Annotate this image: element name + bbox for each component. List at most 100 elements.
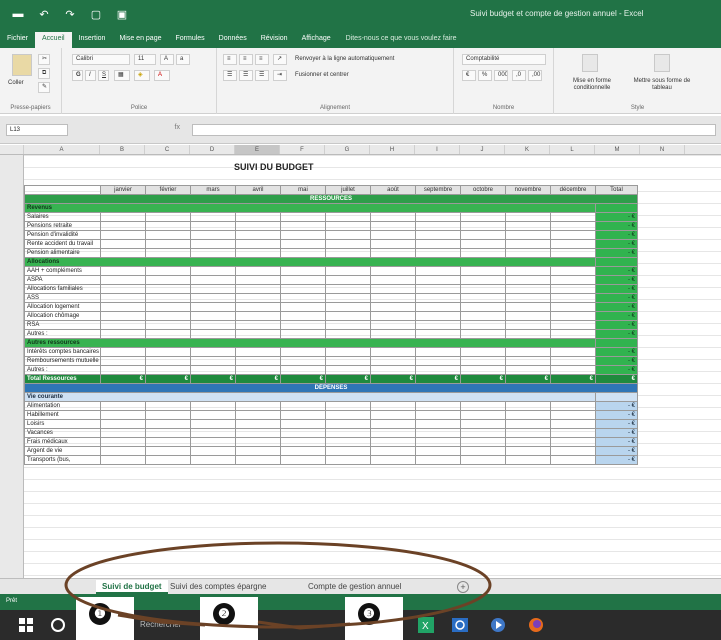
month-cell[interactable] <box>550 437 596 447</box>
month-cell[interactable] <box>235 230 281 240</box>
taskbar-search-text[interactable]: Rechercher <box>140 620 181 629</box>
month-cell[interactable] <box>190 329 236 339</box>
month-cell[interactable] <box>145 410 191 420</box>
category-label[interactable]: Revenus <box>24 203 596 213</box>
month-cell[interactable] <box>100 329 146 339</box>
copy-icon[interactable]: ⧉ <box>38 68 50 79</box>
row-label[interactable]: Autres : <box>24 329 101 339</box>
month-cell[interactable] <box>145 212 191 222</box>
month-cell[interactable] <box>505 347 551 357</box>
row-label[interactable]: Salaires <box>24 212 101 222</box>
month-cell[interactable] <box>280 266 326 276</box>
month-cell[interactable] <box>145 437 191 447</box>
month-cell[interactable] <box>460 356 506 366</box>
format-as-table-icon[interactable] <box>654 54 670 72</box>
total-value-cell[interactable]: € <box>235 374 281 384</box>
total-cell[interactable]: - € <box>595 455 638 465</box>
category-label[interactable]: Autres ressources <box>24 338 596 348</box>
month-cell[interactable] <box>325 347 371 357</box>
month-cell[interactable] <box>235 266 281 276</box>
month-cell[interactable] <box>235 302 281 312</box>
month-cell[interactable] <box>280 356 326 366</box>
month-cell[interactable] <box>550 284 596 294</box>
align-top-icon[interactable]: ≡ <box>223 54 237 65</box>
month-cell[interactable] <box>100 437 146 447</box>
month-cell[interactable] <box>280 410 326 420</box>
month-cell[interactable] <box>370 365 416 375</box>
month-cell[interactable] <box>415 401 461 411</box>
font-size-select[interactable]: 11 <box>134 54 156 65</box>
month-cell[interactable] <box>280 239 326 249</box>
month-cell[interactable] <box>550 455 596 465</box>
month-cell[interactable] <box>550 311 596 321</box>
column-header-l[interactable]: L <box>550 145 595 154</box>
month-cell[interactable] <box>460 401 506 411</box>
column-header-k[interactable]: K <box>505 145 550 154</box>
month-cell[interactable] <box>325 302 371 312</box>
month-cell[interactable] <box>415 248 461 258</box>
month-cell[interactable] <box>415 293 461 303</box>
total-value-cell[interactable]: € <box>100 374 146 384</box>
month-cell[interactable] <box>100 320 146 330</box>
month-cell[interactable] <box>145 275 191 285</box>
month-cell[interactable] <box>145 347 191 357</box>
row-label[interactable]: Transports (bus, <box>24 455 101 465</box>
month-cell[interactable] <box>370 239 416 249</box>
month-header[interactable]: octobre <box>460 185 506 195</box>
month-cell[interactable] <box>325 293 371 303</box>
row-label[interactable]: RSA <box>24 320 101 330</box>
month-cell[interactable] <box>145 419 191 429</box>
column-header-b[interactable]: B <box>100 145 145 154</box>
total-value-cell[interactable]: € <box>550 374 596 384</box>
month-cell[interactable] <box>325 248 371 258</box>
month-cell[interactable] <box>550 275 596 285</box>
month-cell[interactable] <box>550 221 596 231</box>
month-cell[interactable] <box>190 284 236 294</box>
month-cell[interactable] <box>280 401 326 411</box>
total-cell[interactable]: - € <box>595 248 638 258</box>
month-cell[interactable] <box>145 428 191 438</box>
tab-insertion[interactable]: Insertion <box>72 32 113 48</box>
media-taskbar-icon[interactable] <box>490 617 506 633</box>
sheet-tab-suivi-de-budget[interactable]: Suivi de budget <box>96 580 168 594</box>
month-cell[interactable] <box>325 266 371 276</box>
month-cell[interactable] <box>325 455 371 465</box>
month-cell[interactable] <box>235 356 281 366</box>
month-cell[interactable] <box>370 302 416 312</box>
month-cell[interactable] <box>415 284 461 294</box>
column-header-f[interactable]: F <box>280 145 325 154</box>
excel-taskbar-icon[interactable]: X <box>418 617 434 633</box>
month-cell[interactable] <box>145 248 191 258</box>
month-cell[interactable] <box>145 401 191 411</box>
total-cell[interactable]: - € <box>595 284 638 294</box>
resources-banner[interactable]: RESSOURCES <box>24 194 638 204</box>
month-cell[interactable] <box>505 401 551 411</box>
month-cell[interactable] <box>100 311 146 321</box>
month-cell[interactable] <box>235 221 281 231</box>
month-cell[interactable] <box>550 428 596 438</box>
row-label[interactable]: Frais médicaux <box>24 437 101 447</box>
total-cell[interactable]: - € <box>595 347 638 357</box>
total-value-cell[interactable]: € <box>145 374 191 384</box>
month-cell[interactable] <box>235 419 281 429</box>
month-cell[interactable] <box>325 428 371 438</box>
tab-revision[interactable]: Révision <box>254 32 295 48</box>
month-cell[interactable] <box>550 230 596 240</box>
month-cell[interactable] <box>235 401 281 411</box>
month-cell[interactable] <box>325 419 371 429</box>
month-cell[interactable] <box>460 302 506 312</box>
month-cell[interactable] <box>145 221 191 231</box>
total-cell[interactable]: - € <box>595 239 638 249</box>
month-cell[interactable] <box>415 347 461 357</box>
month-cell[interactable] <box>100 248 146 258</box>
month-header[interactable]: novembre <box>505 185 551 195</box>
month-cell[interactable] <box>370 212 416 222</box>
outlook-taskbar-icon[interactable] <box>452 617 468 633</box>
month-cell[interactable] <box>460 437 506 447</box>
month-cell[interactable] <box>550 365 596 375</box>
month-cell[interactable] <box>370 347 416 357</box>
month-cell[interactable] <box>190 212 236 222</box>
month-cell[interactable] <box>550 419 596 429</box>
category-label[interactable]: Allocations <box>24 257 596 267</box>
total-cell[interactable]: - € <box>595 428 638 438</box>
